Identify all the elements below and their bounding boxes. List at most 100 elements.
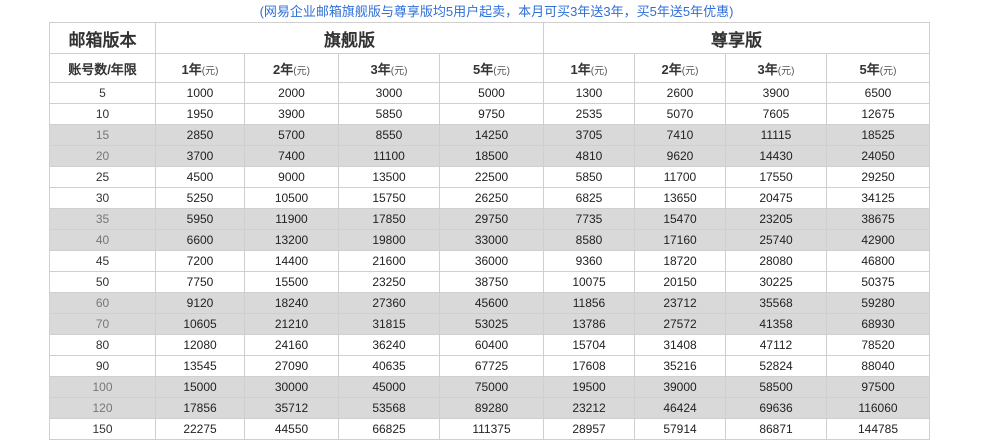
flagship-price-cell: 3000 xyxy=(338,82,440,104)
flagship-price-cell: 40635 xyxy=(338,355,440,377)
flagship-price-cell: 21600 xyxy=(338,250,440,272)
table-row: 10 1950 3900 5850 9750 2535 5070 7605 12675 xyxy=(49,103,930,125)
premium-price-cell: 18525 xyxy=(826,124,930,146)
premium-price-cell: 17550 xyxy=(725,166,827,188)
flagship-price-cell: 14400 xyxy=(244,250,339,272)
premium-price-cell: 30225 xyxy=(725,271,827,293)
account-count-cell: 15 xyxy=(49,124,156,146)
year-label: 5年 xyxy=(473,61,494,77)
premium-price-cell: 31408 xyxy=(634,334,726,356)
premium-price-cell: 97500 xyxy=(826,376,930,398)
header-premium-year-2: 2年(元) xyxy=(634,53,726,83)
table-row: 30 5250 10500 15750 26250 6825 13650 20475 34125 xyxy=(49,187,930,209)
premium-price-cell: 29250 xyxy=(826,166,930,188)
header-flagship: 旗舰版 xyxy=(155,22,544,54)
account-count-cell: 45 xyxy=(49,250,156,272)
account-count-cell: 5 xyxy=(49,82,156,104)
flagship-price-cell: 14250 xyxy=(439,124,544,146)
premium-price-cell: 42900 xyxy=(826,229,930,251)
flagship-price-cell: 1950 xyxy=(155,103,245,125)
flagship-price-cell: 27090 xyxy=(244,355,339,377)
flagship-price-cell: 67725 xyxy=(439,355,544,377)
premium-price-cell: 17608 xyxy=(543,355,635,377)
unit-label: (元) xyxy=(879,65,897,77)
flagship-price-cell: 66825 xyxy=(338,418,440,440)
account-count-cell: 120 xyxy=(49,397,156,419)
premium-price-cell: 2535 xyxy=(543,103,635,125)
flagship-price-cell: 33000 xyxy=(439,229,544,251)
premium-price-cell: 20475 xyxy=(725,187,827,209)
unit-label: (元) xyxy=(777,65,795,77)
premium-price-cell: 7605 xyxy=(725,103,827,125)
premium-price-cell: 25740 xyxy=(725,229,827,251)
flagship-price-cell: 60400 xyxy=(439,334,544,356)
premium-price-cell: 28957 xyxy=(543,418,635,440)
premium-price-cell: 116060 xyxy=(826,397,930,419)
flagship-price-cell: 10500 xyxy=(244,187,339,209)
flagship-price-cell: 5250 xyxy=(155,187,245,209)
flagship-price-cell: 2850 xyxy=(155,124,245,146)
table-row: 120 17856 35712 53568 89280 23212 46424 69636 11… xyxy=(49,397,930,419)
premium-price-cell: 11115 xyxy=(725,124,827,146)
premium-price-cell: 9360 xyxy=(543,250,635,272)
header-flagship-year-4: 5年(元) xyxy=(439,53,544,83)
table-row: 5 1000 2000 3000 5000 1300 2600 3900 6500 xyxy=(49,82,930,104)
premium-price-cell: 1300 xyxy=(543,82,635,104)
account-count-cell: 70 xyxy=(49,313,156,335)
premium-price-cell: 9620 xyxy=(634,145,726,167)
flagship-price-cell: 4500 xyxy=(155,166,245,188)
flagship-price-cell: 36240 xyxy=(338,334,440,356)
table-row: 20 3700 7400 11100 18500 4810 9620 14430 24050 xyxy=(49,145,930,167)
premium-price-cell: 7410 xyxy=(634,124,726,146)
header-premium-year-1: 1年(元) xyxy=(543,53,635,83)
flagship-price-cell: 3700 xyxy=(155,145,245,167)
premium-price-cell: 23205 xyxy=(725,208,827,230)
flagship-price-cell: 17850 xyxy=(338,208,440,230)
flagship-price-cell: 3900 xyxy=(244,103,339,125)
flagship-price-cell: 38750 xyxy=(439,271,544,293)
account-count-cell: 35 xyxy=(49,208,156,230)
account-count-cell: 60 xyxy=(49,292,156,314)
flagship-price-cell: 5850 xyxy=(338,103,440,125)
year-label: 5年 xyxy=(859,61,880,77)
flagship-price-cell: 11100 xyxy=(338,145,440,167)
year-label: 3年 xyxy=(757,61,778,77)
account-count-cell: 25 xyxy=(49,166,156,188)
header-flagship-year-3: 3年(元) xyxy=(338,53,440,83)
flagship-price-cell: 35712 xyxy=(244,397,339,419)
year-label: 1年 xyxy=(181,61,202,77)
flagship-price-cell: 5700 xyxy=(244,124,339,146)
year-label: 3年 xyxy=(370,61,391,77)
flagship-price-cell: 31815 xyxy=(338,313,440,335)
table-row: 35 5950 11900 17850 29750 7735 15470 23205 38675 xyxy=(49,208,930,230)
flagship-price-cell: 23250 xyxy=(338,271,440,293)
account-count-cell: 100 xyxy=(49,376,156,398)
premium-price-cell: 13786 xyxy=(543,313,635,335)
price-table: 邮箱版本 旗舰版 尊享版 账号数/年限 1年(元) 2年(元) 3年(元) 5年(元)… xyxy=(49,22,930,440)
flagship-price-cell: 15750 xyxy=(338,187,440,209)
flagship-price-cell: 29750 xyxy=(439,208,544,230)
flagship-price-cell: 9120 xyxy=(155,292,245,314)
premium-price-cell: 39000 xyxy=(634,376,726,398)
premium-price-cell: 50375 xyxy=(826,271,930,293)
premium-price-cell: 58500 xyxy=(725,376,827,398)
premium-price-cell: 144785 xyxy=(826,418,930,440)
premium-price-cell: 46424 xyxy=(634,397,726,419)
flagship-price-cell: 36000 xyxy=(439,250,544,272)
premium-price-cell: 20150 xyxy=(634,271,726,293)
premium-price-cell: 13650 xyxy=(634,187,726,209)
flagship-price-cell: 75000 xyxy=(439,376,544,398)
flagship-price-cell: 26250 xyxy=(439,187,544,209)
unit-label: (元) xyxy=(293,65,310,77)
premium-price-cell: 24050 xyxy=(826,145,930,167)
flagship-price-cell: 2000 xyxy=(244,82,339,104)
flagship-price-cell: 8550 xyxy=(338,124,440,146)
table-row: 40 6600 13200 19800 33000 8580 17160 25740 42900 xyxy=(49,229,930,251)
year-label: 1年 xyxy=(570,61,591,77)
premium-price-cell: 47112 xyxy=(725,334,827,356)
flagship-price-cell: 45000 xyxy=(338,376,440,398)
account-count-cell: 50 xyxy=(49,271,156,293)
flagship-price-cell: 111375 xyxy=(439,418,544,440)
flagship-price-cell: 9750 xyxy=(439,103,544,125)
premium-price-cell: 78520 xyxy=(826,334,930,356)
